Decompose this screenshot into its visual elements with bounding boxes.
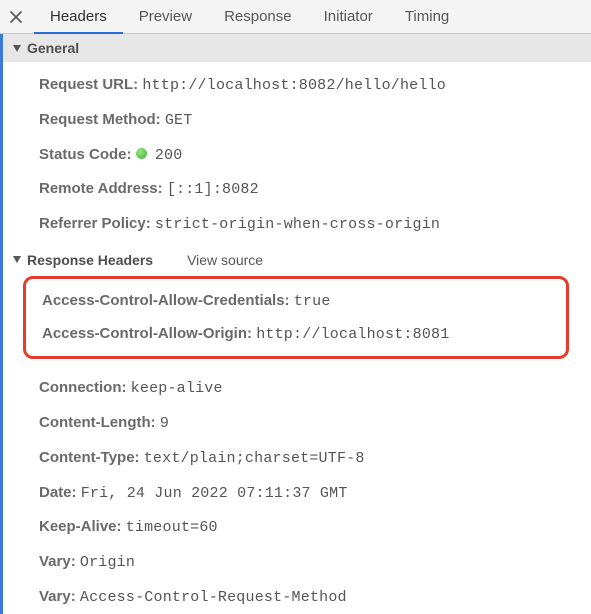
tab-preview[interactable]: Preview [123, 0, 208, 34]
section-general-title: General [27, 40, 79, 56]
remote-address-label: Remote Address: [39, 180, 163, 197]
keep-alive-row: Keep-Alive: timeout=60 [39, 510, 591, 545]
triangle-down-icon [13, 45, 21, 52]
vary1-value: Origin [80, 554, 135, 571]
vary-acrm-row: Vary: Access-Control-Request-Method [39, 580, 591, 614]
general-kvlist: Request URL: http://localhost:8082/hello… [3, 62, 591, 246]
status-code-row: Status Code: 200 [39, 138, 591, 173]
date-label: Date: [39, 484, 77, 501]
response-headers-kvlist: Connection: keep-alive Content-Length: 9… [3, 365, 591, 614]
section-response-headers-title: Response Headers [27, 252, 153, 268]
tab-response[interactable]: Response [208, 0, 308, 34]
request-method-label: Request Method: [39, 111, 161, 128]
date-value: Fri, 24 Jun 2022 07:11:37 GMT [81, 485, 348, 502]
date-row: Date: Fri, 24 Jun 2022 07:11:37 GMT [39, 476, 591, 511]
remote-address-value: [::1]:8082 [167, 181, 259, 198]
ac-allow-origin-label: Access-Control-Allow-Origin: [42, 325, 252, 342]
content-type-value: text/plain;charset=UTF-8 [144, 450, 365, 467]
close-icon[interactable] [4, 5, 28, 29]
tab-initiator[interactable]: Initiator [308, 0, 389, 34]
tab-headers[interactable]: Headers [34, 0, 123, 34]
status-dot-icon [136, 148, 147, 159]
connection-row: Connection: keep-alive [39, 371, 591, 406]
request-url-label: Request URL: [39, 76, 138, 93]
triangle-down-icon [13, 256, 21, 263]
section-response-headers-header[interactable]: Response Headers View source [3, 246, 591, 274]
content-type-row: Content-Type: text/plain;charset=UTF-8 [39, 441, 591, 476]
keep-alive-label: Keep-Alive: [39, 518, 122, 535]
request-method-value: GET [165, 112, 193, 129]
referrer-policy-value: strict-origin-when-cross-origin [155, 216, 440, 233]
ac-allow-credentials-value: true [294, 293, 331, 310]
connection-label: Connection: [39, 379, 127, 396]
section-general-header[interactable]: General [3, 34, 591, 62]
request-url-value: http://localhost:8082/hello/hello [142, 77, 446, 94]
remote-address-row: Remote Address: [::1]:8082 [39, 172, 591, 207]
keep-alive-value: timeout=60 [126, 519, 218, 536]
status-code-value: 200 [155, 147, 183, 164]
status-code-label: Status Code: [39, 146, 132, 163]
ac-allow-origin-value: http://localhost:8081 [256, 326, 449, 343]
referrer-policy-label: Referrer Policy: [39, 215, 151, 232]
request-url-row: Request URL: http://localhost:8082/hello… [39, 68, 591, 103]
ac-allow-credentials-label: Access-Control-Allow-Credentials: [42, 292, 290, 309]
vary2-label: Vary: [39, 588, 76, 605]
connection-value: keep-alive [131, 380, 223, 397]
ac-allow-credentials-row: Access-Control-Allow-Credentials: true [42, 285, 560, 318]
cors-highlight: Access-Control-Allow-Credentials: true A… [23, 276, 569, 360]
content-length-row: Content-Length: 9 [39, 406, 591, 441]
request-method-row: Request Method: GET [39, 103, 591, 138]
content-length-label: Content-Length: [39, 414, 156, 431]
content-type-label: Content-Type: [39, 449, 140, 466]
content-length-value: 9 [160, 415, 169, 432]
tab-timing[interactable]: Timing [389, 0, 465, 34]
devtools-tabbar: Headers Preview Response Initiator Timin… [0, 0, 591, 34]
view-source-link[interactable]: View source [187, 252, 263, 268]
referrer-policy-row: Referrer Policy: strict-origin-when-cros… [39, 207, 591, 242]
vary1-label: Vary: [39, 553, 76, 570]
headers-panel: General Request URL: http://localhost:80… [0, 34, 591, 614]
ac-allow-origin-row: Access-Control-Allow-Origin: http://loca… [42, 318, 560, 351]
vary-origin-row: Vary: Origin [39, 545, 591, 580]
vary2-value: Access-Control-Request-Method [80, 589, 347, 606]
